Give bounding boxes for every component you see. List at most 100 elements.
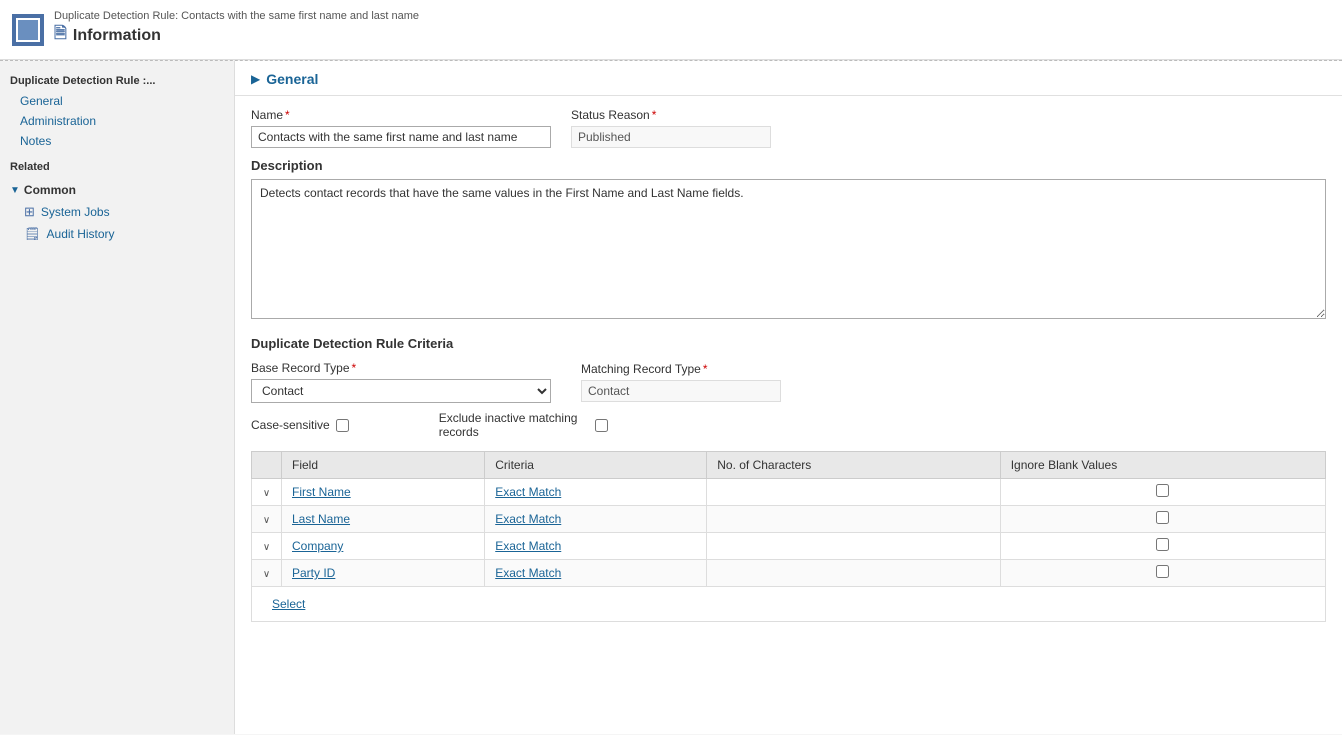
header-icon (12, 14, 44, 46)
main-layout: Duplicate Detection Rule :... General Ad… (0, 61, 1342, 734)
row-ignore-blank (1000, 533, 1325, 560)
status-required: * (652, 108, 657, 122)
base-required: * (352, 361, 357, 375)
row-criteria: Exact Match (485, 479, 707, 506)
section-collapse-icon: ▶ (251, 72, 260, 86)
col-header-field: Field (282, 452, 485, 479)
row-criteria: Exact Match (485, 533, 707, 560)
table-header-row: Field Criteria No. of Characters Ignore … (252, 452, 1326, 479)
criteria-link[interactable]: Exact Match (495, 485, 561, 499)
row-ignore-blank (1000, 560, 1325, 587)
row-chevron-cell: ∨ (252, 506, 282, 533)
case-sensitive-checkbox[interactable] (336, 419, 349, 432)
case-sensitive-group: Case-sensitive (251, 418, 349, 432)
exclude-inactive-label: Exclude inactive matching records (439, 411, 589, 439)
exclude-inactive-group: Exclude inactive matching records (439, 411, 608, 439)
row-chevron[interactable]: ∨ (263, 488, 270, 499)
audit-history-icon: 🗒 (24, 226, 41, 242)
status-reason-input (571, 126, 771, 148)
sidebar-item-administration[interactable]: Administration (0, 111, 234, 131)
row-chars (707, 506, 1000, 533)
sidebar-item-system-jobs[interactable]: ⊞ System Jobs (0, 201, 234, 223)
name-input[interactable] (251, 126, 551, 148)
header-icon-inner (16, 18, 40, 42)
section-title: General (266, 71, 318, 87)
row-field: First Name (282, 479, 485, 506)
header-title: 🗎 Information (54, 22, 419, 49)
sidebar: Duplicate Detection Rule :... General Ad… (0, 61, 235, 734)
row-chevron-cell: ∨ (252, 479, 282, 506)
status-reason-label: Status Reason * (571, 108, 771, 122)
ignore-blank-checkbox[interactable] (1156, 484, 1169, 497)
criteria-link[interactable]: Exact Match (495, 566, 561, 580)
field-link[interactable]: Party ID (292, 566, 335, 580)
exclude-inactive-checkbox[interactable] (595, 419, 608, 432)
row-criteria: Exact Match (485, 560, 707, 587)
base-record-type-select[interactable]: Contact (251, 379, 551, 403)
row-chevron-cell: ∨ (252, 533, 282, 560)
row-chevron[interactable]: ∨ (263, 569, 270, 580)
options-row: Case-sensitive Exclude inactive matching… (251, 411, 1326, 439)
field-link[interactable]: Last Name (292, 512, 350, 526)
col-header-chars: No. of Characters (707, 452, 1000, 479)
header-text: Duplicate Detection Rule: Contacts with … (54, 10, 419, 49)
col-header-criteria: Criteria (485, 452, 707, 479)
status-reason-group: Status Reason * (571, 108, 771, 148)
field-link[interactable]: First Name (292, 485, 351, 499)
row-field: Party ID (282, 560, 485, 587)
row-field: Last Name (282, 506, 485, 533)
name-label: Name * (251, 108, 551, 122)
header-title-icon: 🗎 (54, 22, 67, 49)
field-link[interactable]: Company (292, 539, 343, 553)
exclude-inactive-row: Exclude inactive matching records (439, 411, 608, 439)
table-footer-row: Select (252, 587, 1326, 622)
row-field: Company (282, 533, 485, 560)
content-area: ▶ General Name * Status Reason * (235, 61, 1342, 734)
name-group: Name * (251, 108, 551, 148)
sidebar-item-audit-history[interactable]: 🗒 Audit History (0, 223, 234, 245)
general-section-header: ▶ General (235, 61, 1342, 96)
row-ignore-blank (1000, 506, 1325, 533)
select-link[interactable]: Select (262, 592, 1315, 616)
table-row: ∨ Party ID Exact Match (252, 560, 1326, 587)
case-sensitive-label: Case-sensitive (251, 418, 330, 432)
criteria-link[interactable]: Exact Match (495, 539, 561, 553)
description-textarea[interactable]: Detects contact records that have the sa… (251, 179, 1326, 319)
row-chevron[interactable]: ∨ (263, 542, 270, 553)
sidebar-common-title: ▼ Common (0, 177, 234, 201)
page-header: Duplicate Detection Rule: Contacts with … (0, 0, 1342, 60)
ignore-blank-checkbox[interactable] (1156, 565, 1169, 578)
header-subtitle: Duplicate Detection Rule: Contacts with … (54, 10, 419, 22)
rule-criteria-table: Field Criteria No. of Characters Ignore … (251, 451, 1326, 622)
row-ignore-blank (1000, 479, 1325, 506)
criteria-title: Duplicate Detection Rule Criteria (251, 336, 1326, 351)
case-sensitive-row: Case-sensitive (251, 418, 349, 432)
col-header-empty (252, 452, 282, 479)
base-record-group: Base Record Type * Contact (251, 361, 551, 403)
criteria-row: Base Record Type * Contact Matching Reco… (251, 361, 1326, 403)
matching-record-label: Matching Record Type * (581, 362, 781, 376)
sidebar-item-general[interactable]: General (0, 91, 234, 111)
row-chars (707, 560, 1000, 587)
matching-required: * (703, 362, 708, 376)
table-row: ∨ First Name Exact Match (252, 479, 1326, 506)
name-required: * (285, 108, 290, 122)
col-header-ignore: Ignore Blank Values (1000, 452, 1325, 479)
common-collapse-icon: ▼ (10, 185, 20, 196)
description-label: Description (251, 158, 1326, 173)
sidebar-item-notes[interactable]: Notes (0, 131, 234, 151)
row-chevron[interactable]: ∨ (263, 515, 270, 526)
matching-record-type-input (581, 380, 781, 402)
form-area: Name * Status Reason * Description Detec… (235, 96, 1342, 634)
base-record-label: Base Record Type * (251, 361, 551, 375)
matching-record-group: Matching Record Type * (581, 362, 781, 402)
criteria-link[interactable]: Exact Match (495, 512, 561, 526)
row-chars (707, 479, 1000, 506)
table-row: ∨ Last Name Exact Match (252, 506, 1326, 533)
ignore-blank-checkbox[interactable] (1156, 511, 1169, 524)
system-jobs-icon: ⊞ (24, 204, 35, 220)
sidebar-related-title: Related (0, 151, 234, 177)
sidebar-section-title: Duplicate Detection Rule :... (0, 69, 234, 91)
row-chevron-cell: ∨ (252, 560, 282, 587)
ignore-blank-checkbox[interactable] (1156, 538, 1169, 551)
